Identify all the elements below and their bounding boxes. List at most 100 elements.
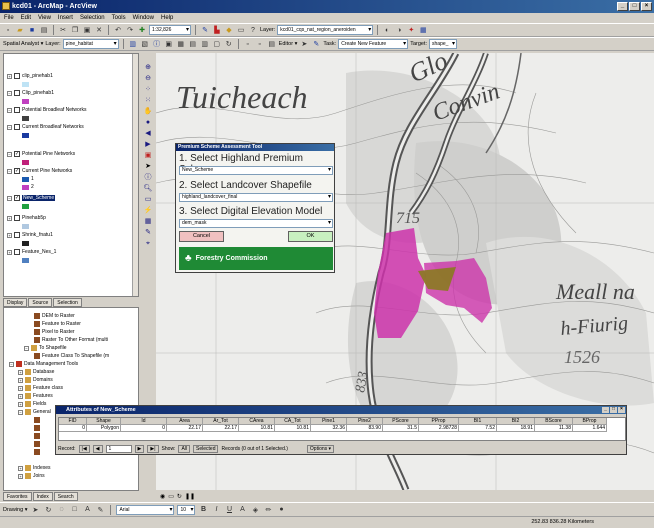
- layer-checkbox[interactable]: [14, 232, 20, 238]
- minimize-button[interactable]: _: [617, 2, 628, 11]
- back-extent-icon[interactable]: ◀: [144, 129, 153, 138]
- expand-icon[interactable]: +: [18, 385, 23, 391]
- grid-icon[interactable]: ▦: [418, 25, 428, 35]
- table-cell[interactable]: 22.17: [203, 425, 239, 432]
- select-elements-icon[interactable]: ➤: [30, 505, 40, 515]
- font-size-select[interactable]: 10: [177, 504, 196, 515]
- column-header-bi2[interactable]: BI2: [497, 418, 535, 425]
- print-preview-icon[interactable]: ▤: [267, 39, 277, 49]
- find-icon[interactable]: 🔍︎: [144, 184, 153, 193]
- expand-icon[interactable]: −: [7, 168, 12, 174]
- fill-color-icon[interactable]: ◈: [250, 505, 260, 515]
- refresh-icon[interactable]: ↻: [224, 39, 234, 49]
- tool-icon[interactable]: [34, 441, 40, 447]
- expand-icon[interactable]: +: [18, 377, 23, 383]
- column-header-fid[interactable]: FID: [59, 418, 87, 425]
- options-button[interactable]: Options ▾: [306, 444, 335, 453]
- layer-checkbox[interactable]: [14, 90, 20, 96]
- tab-search[interactable]: Search: [53, 492, 78, 501]
- table-cell[interactable]: 22.17: [167, 425, 203, 432]
- tab-favorites[interactable]: Favorites: [3, 492, 32, 501]
- new-icon[interactable]: ▫: [3, 25, 13, 35]
- rectangle-icon[interactable]: □: [69, 505, 79, 515]
- forward-extent-icon[interactable]: ▶: [144, 140, 153, 149]
- print-icon[interactable]: ▤: [39, 25, 49, 35]
- pan-icon[interactable]: ▫: [243, 39, 253, 49]
- column-header-pine2[interactable]: Pine2: [347, 418, 383, 425]
- expand-icon[interactable]: −: [9, 361, 14, 367]
- table-cell[interactable]: 11.38: [535, 425, 573, 432]
- toc-layer[interactable]: + clip_pinehab1: [7, 72, 53, 80]
- open-icon[interactable]: ▰: [15, 25, 25, 35]
- go-to-xy-icon[interactable]: ⌖: [144, 239, 153, 248]
- expand-icon[interactable]: +: [7, 232, 12, 238]
- layer-checkbox[interactable]: ✓: [14, 195, 20, 201]
- html-popup-icon[interactable]: ✎: [144, 228, 153, 237]
- full-extent-icon[interactable]: ●: [144, 118, 153, 127]
- scale-combo[interactable]: 1:32,826: [149, 25, 191, 35]
- layer-checkbox[interactable]: ✓: [14, 168, 20, 174]
- expand-icon[interactable]: +: [18, 369, 23, 375]
- column-header-carea[interactable]: CArea: [239, 418, 275, 425]
- refresh-view-icon[interactable]: ↻: [177, 493, 182, 500]
- grid-view-icon[interactable]: ▦: [176, 39, 186, 49]
- pause-drawing-icon[interactable]: ❚❚: [185, 493, 195, 500]
- layout-view-icon[interactable]: ▭: [168, 493, 174, 500]
- editor-menu[interactable]: Editor ▾: [279, 41, 298, 47]
- prev-record-button[interactable]: ◀: [92, 444, 103, 453]
- zoom-out-icon[interactable]: ⊖: [144, 74, 153, 83]
- toc-layer[interactable]: − Potential Broadleaf Networks: [7, 106, 86, 114]
- toc-layer[interactable]: + Pinehab5p: [7, 214, 46, 222]
- table-cell[interactable]: 18.91: [497, 425, 535, 432]
- toolset-item[interactable]: + Indexes: [18, 464, 51, 472]
- column-header-bi1[interactable]: BI1: [459, 418, 497, 425]
- save-icon[interactable]: ■: [27, 25, 37, 35]
- tool-item[interactable]: Feature to Raster: [34, 320, 81, 328]
- expand-icon[interactable]: −: [7, 151, 12, 157]
- layer-checkbox[interactable]: [14, 124, 20, 130]
- measure-icon[interactable]: ▭: [144, 195, 153, 204]
- table-cell[interactable]: 2.98728: [419, 425, 459, 432]
- tab-index[interactable]: Index: [32, 492, 53, 501]
- table-cell[interactable]: 10.81: [275, 425, 311, 432]
- add-data-icon[interactable]: ✚: [137, 25, 147, 35]
- font-select[interactable]: Arial: [116, 504, 175, 515]
- underline-button[interactable]: U: [224, 505, 234, 515]
- menu-window[interactable]: Window: [133, 15, 154, 21]
- fixed-zoom-out-icon[interactable]: ⁙: [144, 96, 153, 105]
- maximize-button[interactable]: □: [629, 2, 640, 11]
- effects-icon[interactable]: ◐: [382, 25, 392, 35]
- column-header-bscore[interactable]: BScore: [535, 418, 573, 425]
- menu-help[interactable]: Help: [161, 15, 173, 21]
- target-combo[interactable]: shape_: [429, 39, 458, 49]
- show-all-button[interactable]: All: [178, 444, 191, 453]
- column-header-area[interactable]: Area: [167, 418, 203, 425]
- first-record-button[interactable]: |◀: [78, 444, 90, 453]
- extent-icon[interactable]: ▢: [212, 39, 222, 49]
- data-view-icon[interactable]: ◉: [160, 493, 165, 500]
- close-button[interactable]: ×: [641, 2, 652, 11]
- table-cell[interactable]: 31.5: [383, 425, 419, 432]
- table-cell[interactable]: 7.52: [459, 425, 497, 432]
- table-cell[interactable]: 0: [59, 425, 87, 432]
- expand-icon[interactable]: +: [18, 393, 23, 399]
- menu-insert[interactable]: Insert: [58, 15, 73, 21]
- table-cell[interactable]: 10.81: [239, 425, 275, 432]
- contour-icon[interactable]: ▧: [140, 39, 150, 49]
- expand-icon[interactable]: +: [18, 465, 23, 471]
- swipe-icon[interactable]: ◑: [394, 25, 404, 35]
- expand-icon[interactable]: +: [18, 401, 23, 407]
- expand-icon[interactable]: −: [7, 124, 12, 130]
- layer-checkbox[interactable]: [14, 215, 20, 221]
- hyperlink-icon[interactable]: ⚡: [144, 206, 153, 215]
- toc-layer[interactable]: + Shrink_fnatu1: [7, 231, 53, 239]
- expand-icon[interactable]: −: [7, 90, 12, 96]
- layer-checkbox[interactable]: [14, 249, 20, 255]
- expand-icon[interactable]: −: [7, 195, 12, 201]
- dem-select[interactable]: dem_mask: [179, 219, 333, 228]
- sketch-tool-icon[interactable]: ✎: [311, 39, 321, 49]
- toc-layer[interactable]: − ✓ Current Pine Networks: [7, 167, 72, 175]
- toolset-item[interactable]: + Joins: [18, 472, 45, 480]
- tab-display[interactable]: Display: [3, 298, 28, 307]
- tool-item[interactable]: Raster To Other Format (multi: [34, 336, 108, 344]
